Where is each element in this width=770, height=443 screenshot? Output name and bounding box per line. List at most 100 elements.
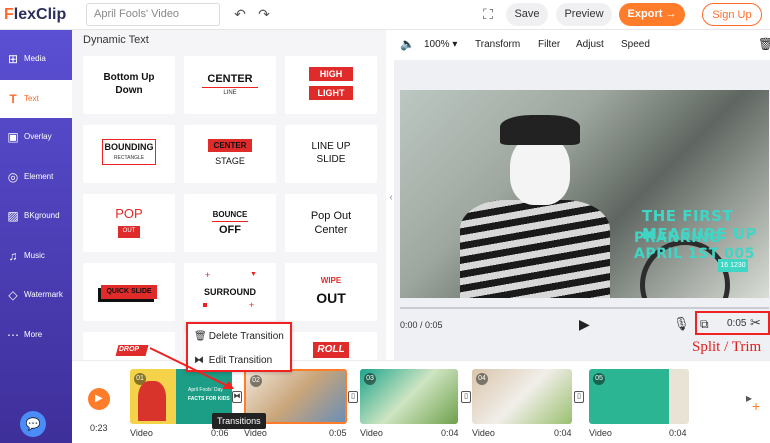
clip-label: Video [589,428,612,438]
menu-item-label: Delete Transition [208,331,284,342]
sidebar-item-overlay[interactable]: ▣ Overlay [0,118,72,156]
microphone-icon[interactable]: 🎙 [673,316,690,332]
text-preset-pop-out[interactable]: POP OUT [83,194,175,252]
redo-icon[interactable]: ↷ [256,6,272,22]
trash-icon[interactable]: 🗑 [758,37,770,51]
signup-button[interactable]: Sign Up [702,3,762,26]
sidebar-item-text[interactable]: T Text [0,80,72,118]
transition-icon-4[interactable]: ▯ [574,391,584,403]
sidebar-item-music[interactable]: ♫ Music [0,237,72,275]
scissors-icon[interactable]: ✂ [750,315,761,331]
app-root: FlexClip April Fools' Video ↶ ↷ ⛶ Save P… [0,0,770,443]
clip-label: Video [472,428,495,438]
clip-number: 03 [364,373,376,385]
video-subject-hat [500,115,580,145]
sidebar-item-bkground[interactable]: ▨ BKground [0,197,72,235]
text-preset-drop[interactable]: DROP [83,332,175,360]
tile-line: Down [115,85,143,96]
split-icon[interactable]: ⧉ [700,317,709,332]
sidebar-item-element[interactable]: ◎ Element [0,158,72,196]
panel-title: Dynamic Text [83,34,149,46]
text-preset-bottom-up-down[interactable]: Bottom Up Down [83,56,175,114]
text-preset-center-line[interactable]: CENTER LINE [184,56,276,114]
tile-decor: + [205,270,211,280]
video-subject-face [510,135,570,205]
sidebar-item-label: BKground [24,211,60,220]
tile-line: HIGH [319,69,343,79]
transitions-tooltip: Transitions [212,413,266,429]
speed-button[interactable]: Speed [621,39,650,50]
sidebar-item-label: Overlay [24,132,52,141]
transition-context-menu: 🗑 Delete Transition ⧓ Edit Transition [186,322,292,372]
transition-icon-1[interactable]: ⧓ [232,391,242,403]
sidebar-item-label: More [24,330,43,339]
text-preset-surround[interactable]: + ▼ SURROUND + [184,263,276,321]
tile-divider [202,87,258,88]
video-canvas[interactable]: THE FIRST MEASURE UP PRANKING APRIL 1ST … [400,90,769,298]
logo[interactable]: FlexClip [4,6,66,24]
sidebar-item-label: Music [24,251,45,260]
clip-duration-label: 0:04 [441,428,459,438]
zoom-select[interactable]: 100% ▾ [424,39,457,50]
delete-transition-item[interactable]: 🗑 Delete Transition [194,331,284,342]
text-preset-pop-out-center[interactable]: Pop Out Center [285,194,377,252]
sidebar-item-watermark[interactable]: ◇ Watermark [0,276,72,314]
tile-line: SURROUND [203,287,256,297]
tile-line: POP [115,206,143,221]
preview-button[interactable]: Preview [556,3,612,26]
clip-label: Video [130,428,153,438]
sidebar-item-label: Text [24,94,39,103]
sidebar-item-more[interactable]: ⋯ More [0,316,72,354]
text-preset-wipe-out[interactable]: WIPE OUT [285,263,377,321]
text-preset-roll[interactable]: ROLL [285,332,377,360]
timeline-clip-3[interactable]: 03 [360,369,458,424]
timeline-total-duration: 0:23 [90,423,108,433]
sidebar-item-label: Element [24,172,54,181]
text-preset-center-stage[interactable]: CENTER STAGE [184,125,276,183]
export-button[interactable]: Export → [619,3,685,26]
adjust-button[interactable]: Adjust [576,39,604,50]
volume-icon[interactable]: 🔈 [400,37,415,51]
tile-line: QUICK SLIDE [106,288,152,295]
clip-number: 04 [476,373,488,385]
save-button[interactable]: Save [506,3,548,26]
tile-line: OUT [316,290,346,306]
filter-button[interactable]: Filter [538,39,560,50]
clip-duration-label: 0:06 [211,428,229,438]
chevron-down-icon: ▾ [452,39,458,50]
text-preset-line-up-slide[interactable]: LINE UP SLIDE [285,125,377,183]
tile-line: BOUNDING [104,142,154,152]
transition-icon-2[interactable]: ▯ [348,391,358,403]
timeline-clip-5[interactable]: 05 [589,369,689,424]
split-trim-annotation: Split / Trim [692,339,762,355]
video-overlay-badge: 16 1230 [718,259,748,272]
editor-toolbar: 🔈 100% ▾ Transform Filter Adjust Speed 🗑 [394,30,770,60]
tile-line: OUT [122,228,136,234]
chat-support-icon[interactable]: 💬 [20,411,46,437]
transform-button[interactable]: Transform [475,39,520,50]
text-preset-bounding[interactable]: BOUNDING RECTANGLE [83,125,175,183]
clip-label: Video [244,428,267,438]
add-clip-icon[interactable]: + [752,398,760,414]
text-preset-highlight[interactable]: HIGH LIGHT [285,56,377,114]
tile-line: CENTER [213,141,247,150]
dynamic-text-panel: Dynamic Text Bottom Up Down CENTER LINE … [72,30,386,360]
play-icon[interactable]: ▶ [579,316,595,332]
text-preset-bounce-off[interactable]: BOUNCE OFF [184,194,276,252]
transition-icon-3[interactable]: ▯ [461,391,471,403]
edit-transition-item[interactable]: ⧓ Edit Transition [194,355,272,366]
text-preset-quick-slide[interactable]: QUICK SLIDE [83,263,175,321]
seek-bar[interactable] [400,307,769,309]
timeline-clip-4[interactable]: 04 [472,369,572,424]
watermark-icon: ◇ [8,288,18,302]
tile-line: CENTER [207,73,253,85]
clip-number: 02 [250,375,262,387]
background-icon: ▨ [7,209,19,223]
sidebar-item-media[interactable]: ⊞ Media [0,40,72,78]
trash-icon: 🗑 [194,331,207,342]
timeline-play-button[interactable]: ▶ [88,388,110,410]
clip-duration-label: 0:05 [329,428,347,438]
project-name-input[interactable]: April Fools' Video [86,3,220,26]
fullscreen-icon[interactable]: ⛶ [480,6,496,22]
undo-icon[interactable]: ↶ [232,6,248,22]
